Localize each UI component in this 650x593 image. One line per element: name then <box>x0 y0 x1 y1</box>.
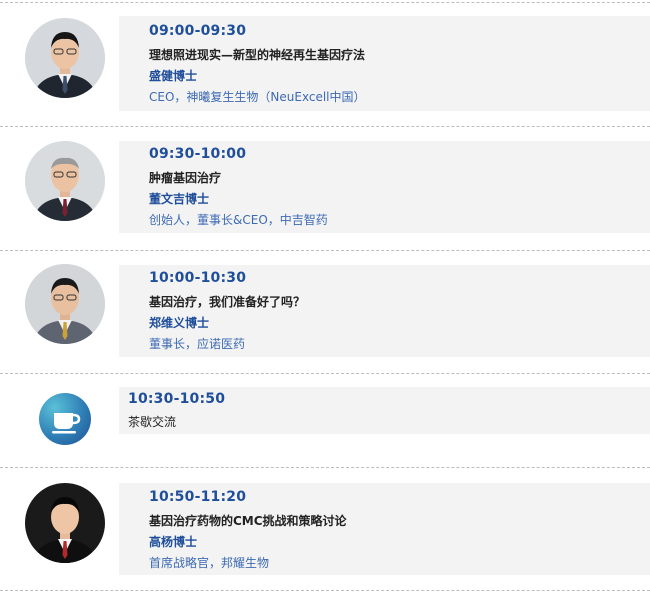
divider <box>0 126 650 127</box>
session-title: 基因治疗药物的CMC挑战和策略讨论 <box>149 514 347 528</box>
speaker-avatar <box>25 18 105 98</box>
divider <box>0 2 650 3</box>
speaker-role: CEO，神曦复生生物（NeuExcell中国） <box>149 90 366 104</box>
session-title: 理想照进现实—新型的神经再生基因疗法 <box>149 48 366 62</box>
coffee-cup-icon <box>52 413 81 434</box>
speaker-role: 董事长，应诺医药 <box>149 337 246 351</box>
divider <box>0 250 650 251</box>
speaker-avatar <box>25 264 105 344</box>
session-time: 10:50-11:20 <box>149 489 247 505</box>
speaker-avatar <box>25 141 105 221</box>
speaker-name: 盛健博士 <box>149 69 198 83</box>
speaker-name: 董文吉博士 <box>149 192 210 206</box>
speaker-role: 首席战略官，邦耀生物 <box>149 556 270 570</box>
speaker-name: 郑维义博士 <box>149 316 210 330</box>
tea-break-badge <box>39 393 91 445</box>
session-time: 09:00-09:30 <box>149 23 247 39</box>
speaker-name: 高杨博士 <box>149 535 198 549</box>
divider <box>0 467 650 468</box>
divider <box>0 373 650 374</box>
session-time: 10:30-10:50 <box>128 391 226 407</box>
session-title: 基因治疗，我们准备好了吗？ <box>149 295 306 309</box>
session-time: 09:30-10:00 <box>149 146 247 162</box>
divider <box>0 590 650 591</box>
session-title: 茶歇交流 <box>128 415 177 429</box>
speaker-avatar <box>25 483 105 563</box>
speaker-role: 创始人，董事长&CEO，中吉智药 <box>149 213 328 227</box>
session-title: 肿瘤基因治疗 <box>149 171 222 185</box>
session-time: 10:00-10:30 <box>149 270 247 286</box>
